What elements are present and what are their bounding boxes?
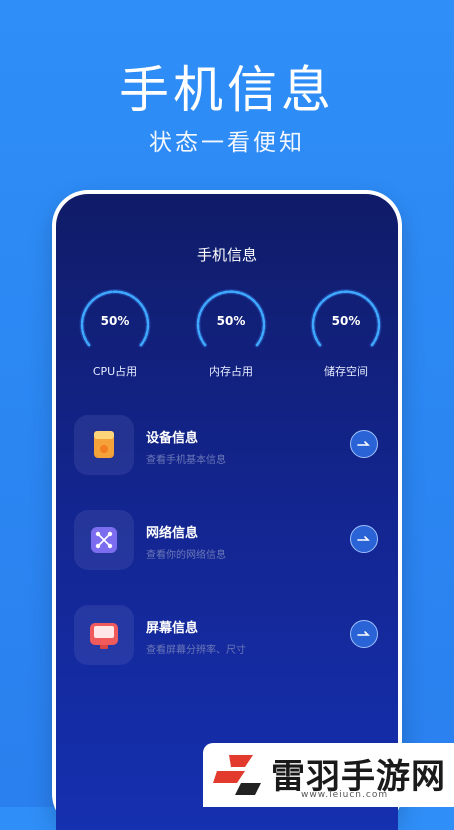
gauge-cpu: 50% CPU占用 — [70, 287, 160, 379]
gauge-value: 50% — [217, 314, 246, 328]
gauge-ring-icon: 50% — [310, 289, 382, 348]
item-description: 查看手机基本信息 — [146, 455, 226, 466]
item-title: 屏幕信息 — [146, 621, 199, 636]
gauge-label: 储存空间 — [324, 365, 368, 378]
item-title: 网络信息 — [146, 526, 199, 541]
list-item-network-info[interactable]: 网络信息 查看你的网络信息 — [74, 510, 384, 572]
arrow-right-button[interactable] — [350, 430, 378, 458]
arrow-right-button[interactable] — [350, 525, 378, 553]
arrow-right-icon — [357, 536, 370, 541]
watermark-url: www.leiucn.com — [301, 790, 389, 800]
gauge-storage: 50% 储存空间 — [301, 287, 391, 379]
item-title: 设备信息 — [146, 431, 199, 446]
network-icon — [74, 510, 134, 570]
gauge-label: CPU占用 — [92, 365, 138, 378]
gauge-memory: 50% 内存占用 — [186, 287, 276, 379]
gauge-ring-icon: 50% — [195, 289, 267, 348]
gauge-value: 50% — [332, 314, 361, 328]
list-item-device-info[interactable]: 设备信息 查看手机基本信息 — [74, 415, 384, 477]
arrow-right-icon — [357, 631, 370, 636]
list-item-screen-info[interactable]: 屏幕信息 查看屏幕分辨率、尺寸 — [74, 605, 384, 667]
device-icon — [74, 415, 134, 475]
screen-icon — [74, 605, 134, 665]
screen-title: 手机信息 — [196, 246, 257, 264]
promo-subtitle: 状态一看便知 — [149, 130, 305, 156]
gauge-label: 内存占用 — [209, 365, 253, 378]
promo-title: 手机信息 — [119, 61, 335, 119]
phone-screen: 手机信息 50% CPU占用 50% 内存占用 50% 储存空间 设备信息 查看… — [56, 194, 398, 830]
watermark-banner: 雷羽手游网 www.leiucn.com — [203, 743, 454, 807]
arrow-right-icon — [357, 441, 370, 446]
gauge-ring-icon: 50% — [79, 289, 151, 348]
phone-frame: 手机信息 50% CPU占用 50% 内存占用 50% 储存空间 设备信息 查看… — [52, 190, 402, 830]
watermark-logo-icon — [213, 755, 261, 795]
arrow-right-button[interactable] — [350, 620, 378, 648]
gauge-value: 50% — [101, 314, 130, 328]
item-description: 查看屏幕分辨率、尺寸 — [146, 645, 246, 656]
item-description: 查看你的网络信息 — [146, 550, 226, 561]
